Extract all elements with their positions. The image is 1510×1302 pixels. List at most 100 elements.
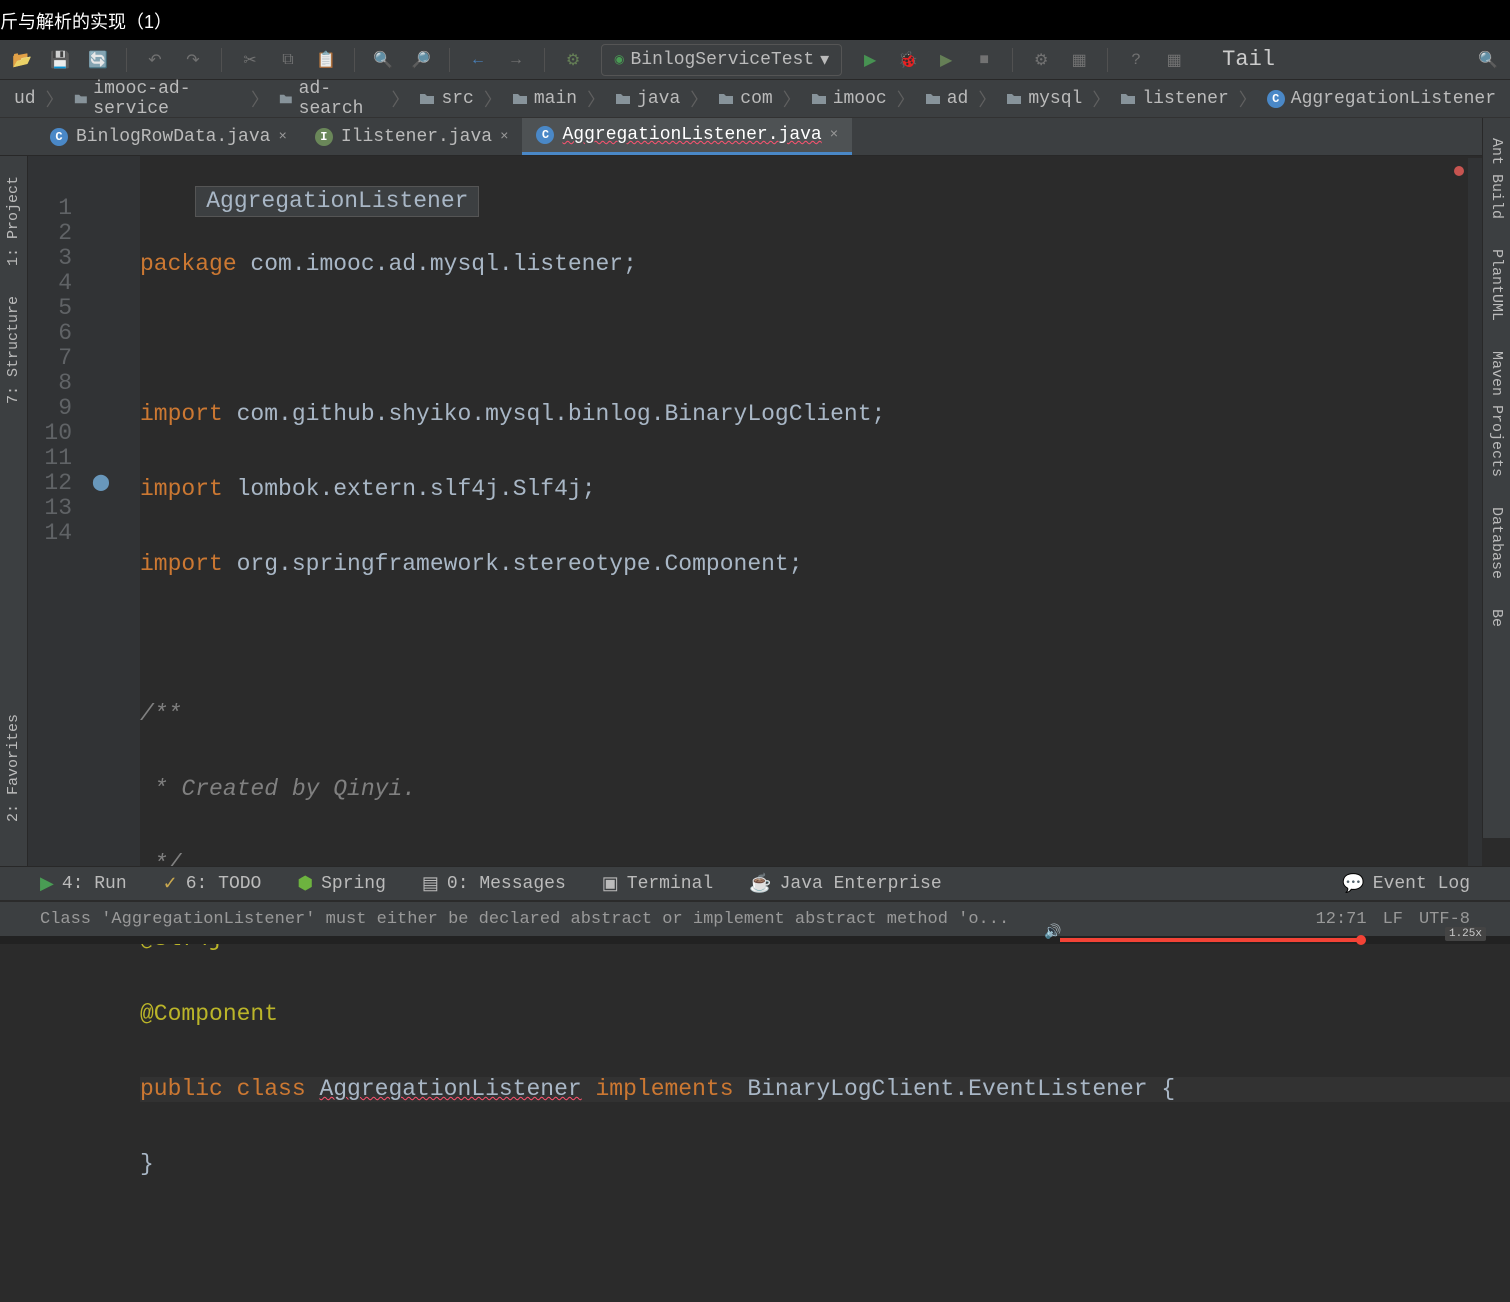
close-icon[interactable]: × [278, 129, 286, 145]
separator [221, 48, 222, 72]
editor-tab[interactable]: CBinlogRowData.java× [36, 118, 301, 155]
build-icon[interactable]: ⚙ [563, 50, 583, 70]
breadcrumb-item[interactable]: com [712, 89, 778, 109]
messages-tool-button[interactable]: ▤0: Messages [422, 873, 566, 895]
forward-icon[interactable]: → [506, 50, 526, 70]
run-tool-button[interactable]: ▶4: Run [40, 873, 127, 895]
chevron-right-icon: 〉 [783, 86, 801, 112]
settings-icon[interactable]: ⚙ [1031, 50, 1051, 70]
playback-speed[interactable]: 1.25x [1445, 927, 1486, 941]
caret-position[interactable]: 12:71 [1316, 910, 1367, 929]
error-indicator-icon[interactable] [1454, 166, 1464, 176]
plugin-icon[interactable]: ▦ [1164, 50, 1184, 70]
editor-tab-active[interactable]: CAggregationListener.java× [522, 118, 852, 155]
separator [544, 48, 545, 72]
coverage-icon[interactable]: ▶ [936, 50, 956, 70]
separator [1012, 48, 1013, 72]
code-line [140, 627, 1510, 652]
code-line: package com.imooc.ad.mysql.listener; [140, 252, 1510, 277]
breadcrumbs: ud〉 imooc-ad-service〉 ad-search〉 src〉 ma… [0, 80, 1510, 118]
chevron-right-icon: 〉 [587, 86, 605, 112]
structure-icon[interactable]: ▦ [1069, 50, 1089, 70]
main-toolbar: 📂 💾 🔄 ↶ ↷ ✂ ⧉ 📋 🔍 🔎 ← → ⚙ ◉ BinlogServic… [0, 40, 1510, 80]
line-number: 13 [28, 496, 72, 521]
structure-tool-button[interactable]: 7: Structure [5, 296, 22, 404]
todo-icon: ✓ [163, 873, 178, 895]
line-number: 3 [28, 246, 72, 271]
editor-area: 1: Project 7: Structure 2: Favorites 1 2… [0, 156, 1510, 876]
code-line: import org.springframework.stereotype.Co… [140, 552, 1510, 577]
todo-tool-button[interactable]: ✓6: TODO [163, 873, 262, 895]
close-icon[interactable]: × [500, 129, 508, 145]
copy-icon[interactable]: ⧉ [278, 50, 298, 70]
save-all-icon[interactable]: 💾 [50, 50, 70, 70]
chevron-right-icon: 〉 [46, 86, 64, 112]
help-icon[interactable]: ? [1126, 50, 1146, 70]
breadcrumb-item[interactable]: listener [1114, 89, 1234, 109]
folder-icon [925, 91, 941, 107]
terminal-tool-button[interactable]: ▣Terminal [602, 873, 713, 895]
code-editor[interactable]: AggregationListener package com.imooc.ad… [140, 156, 1510, 876]
java-ee-icon: ☕ [749, 873, 771, 895]
breadcrumb-item[interactable]: java [609, 89, 686, 109]
debug-icon[interactable]: 🐞 [898, 50, 918, 70]
chevron-right-icon: 〉 [251, 86, 269, 112]
folder-icon [811, 91, 827, 107]
file-encoding[interactable]: UTF-8 [1419, 910, 1470, 929]
video-progress-bar[interactable] [1060, 938, 1360, 942]
open-icon[interactable]: 📂 [12, 50, 32, 70]
sync-icon[interactable]: 🔄 [88, 50, 108, 70]
event-log-button[interactable]: 💬Event Log [1342, 873, 1470, 895]
plantuml-tool-button[interactable]: PlantUML [1488, 249, 1505, 321]
implement-icon[interactable]: ⬤ [84, 471, 140, 496]
paste-icon[interactable]: 📋 [316, 50, 336, 70]
breadcrumb-item[interactable]: mysql [1000, 89, 1088, 109]
code-line: import lombok.extern.slf4j.Slf4j; [140, 477, 1510, 502]
line-number: 6 [28, 321, 72, 346]
run-config-selector[interactable]: ◉ BinlogServiceTest ▾ [601, 44, 842, 76]
breadcrumb-item[interactable]: imooc [805, 89, 893, 109]
code-line [140, 1227, 1510, 1252]
volume-icon[interactable]: 🔊 [1044, 924, 1061, 941]
class-icon: C [536, 126, 554, 144]
close-icon[interactable]: × [830, 127, 838, 143]
database-tool-button[interactable]: Database [1488, 507, 1505, 579]
breadcrumb-item[interactable]: ad [919, 89, 975, 109]
folder-icon [615, 91, 631, 107]
run-icon[interactable]: ▶ [860, 50, 880, 70]
line-number: 4 [28, 271, 72, 296]
breadcrumb-item[interactable]: main [506, 89, 583, 109]
video-controls[interactable]: 🔊 1.25x [0, 936, 1510, 944]
back-icon[interactable]: ← [468, 50, 488, 70]
breadcrumb-item[interactable]: ud [8, 89, 42, 109]
breadcrumb-item[interactable]: CAggregationListener [1261, 89, 1502, 109]
folder-icon [74, 91, 88, 107]
maven-tool-button[interactable]: Maven Projects [1488, 351, 1505, 477]
project-tool-button[interactable]: 1: Project [5, 176, 22, 266]
favorites-tool-button[interactable]: 2: Favorites [5, 714, 22, 822]
breadcrumb-item[interactable]: src [413, 89, 479, 109]
chevron-right-icon: 〉 [978, 86, 996, 112]
code-line: * Created by Qinyi. [140, 777, 1510, 802]
chevron-right-icon: 〉 [897, 86, 915, 112]
find-icon[interactable]: 🔍 [373, 50, 393, 70]
breadcrumb-item[interactable]: ad-search [273, 79, 387, 119]
folder-icon [718, 91, 734, 107]
search-everywhere-icon[interactable]: 🔍 [1478, 50, 1498, 70]
error-stripe[interactable] [1468, 158, 1482, 878]
interface-icon: I [315, 128, 333, 146]
line-number: 9 [28, 396, 72, 421]
editor-tab[interactable]: IIlistener.java× [301, 118, 523, 155]
stop-icon[interactable]: ■ [974, 50, 994, 70]
breadcrumb-item[interactable]: imooc-ad-service [68, 79, 247, 119]
replace-icon[interactable]: 🔎 [411, 50, 431, 70]
ant-build-tool-button[interactable]: Ant Build [1488, 138, 1505, 219]
java-ee-tool-button[interactable]: ☕Java Enterprise [749, 873, 941, 895]
spring-tool-button[interactable]: ⬢Spring [297, 873, 386, 895]
line-separator[interactable]: LF [1383, 910, 1403, 929]
run-icon: ▶ [40, 873, 54, 895]
bean-tool-button[interactable]: Be [1488, 609, 1505, 627]
undo-icon[interactable]: ↶ [145, 50, 165, 70]
redo-icon[interactable]: ↷ [183, 50, 203, 70]
cut-icon[interactable]: ✂ [240, 50, 260, 70]
